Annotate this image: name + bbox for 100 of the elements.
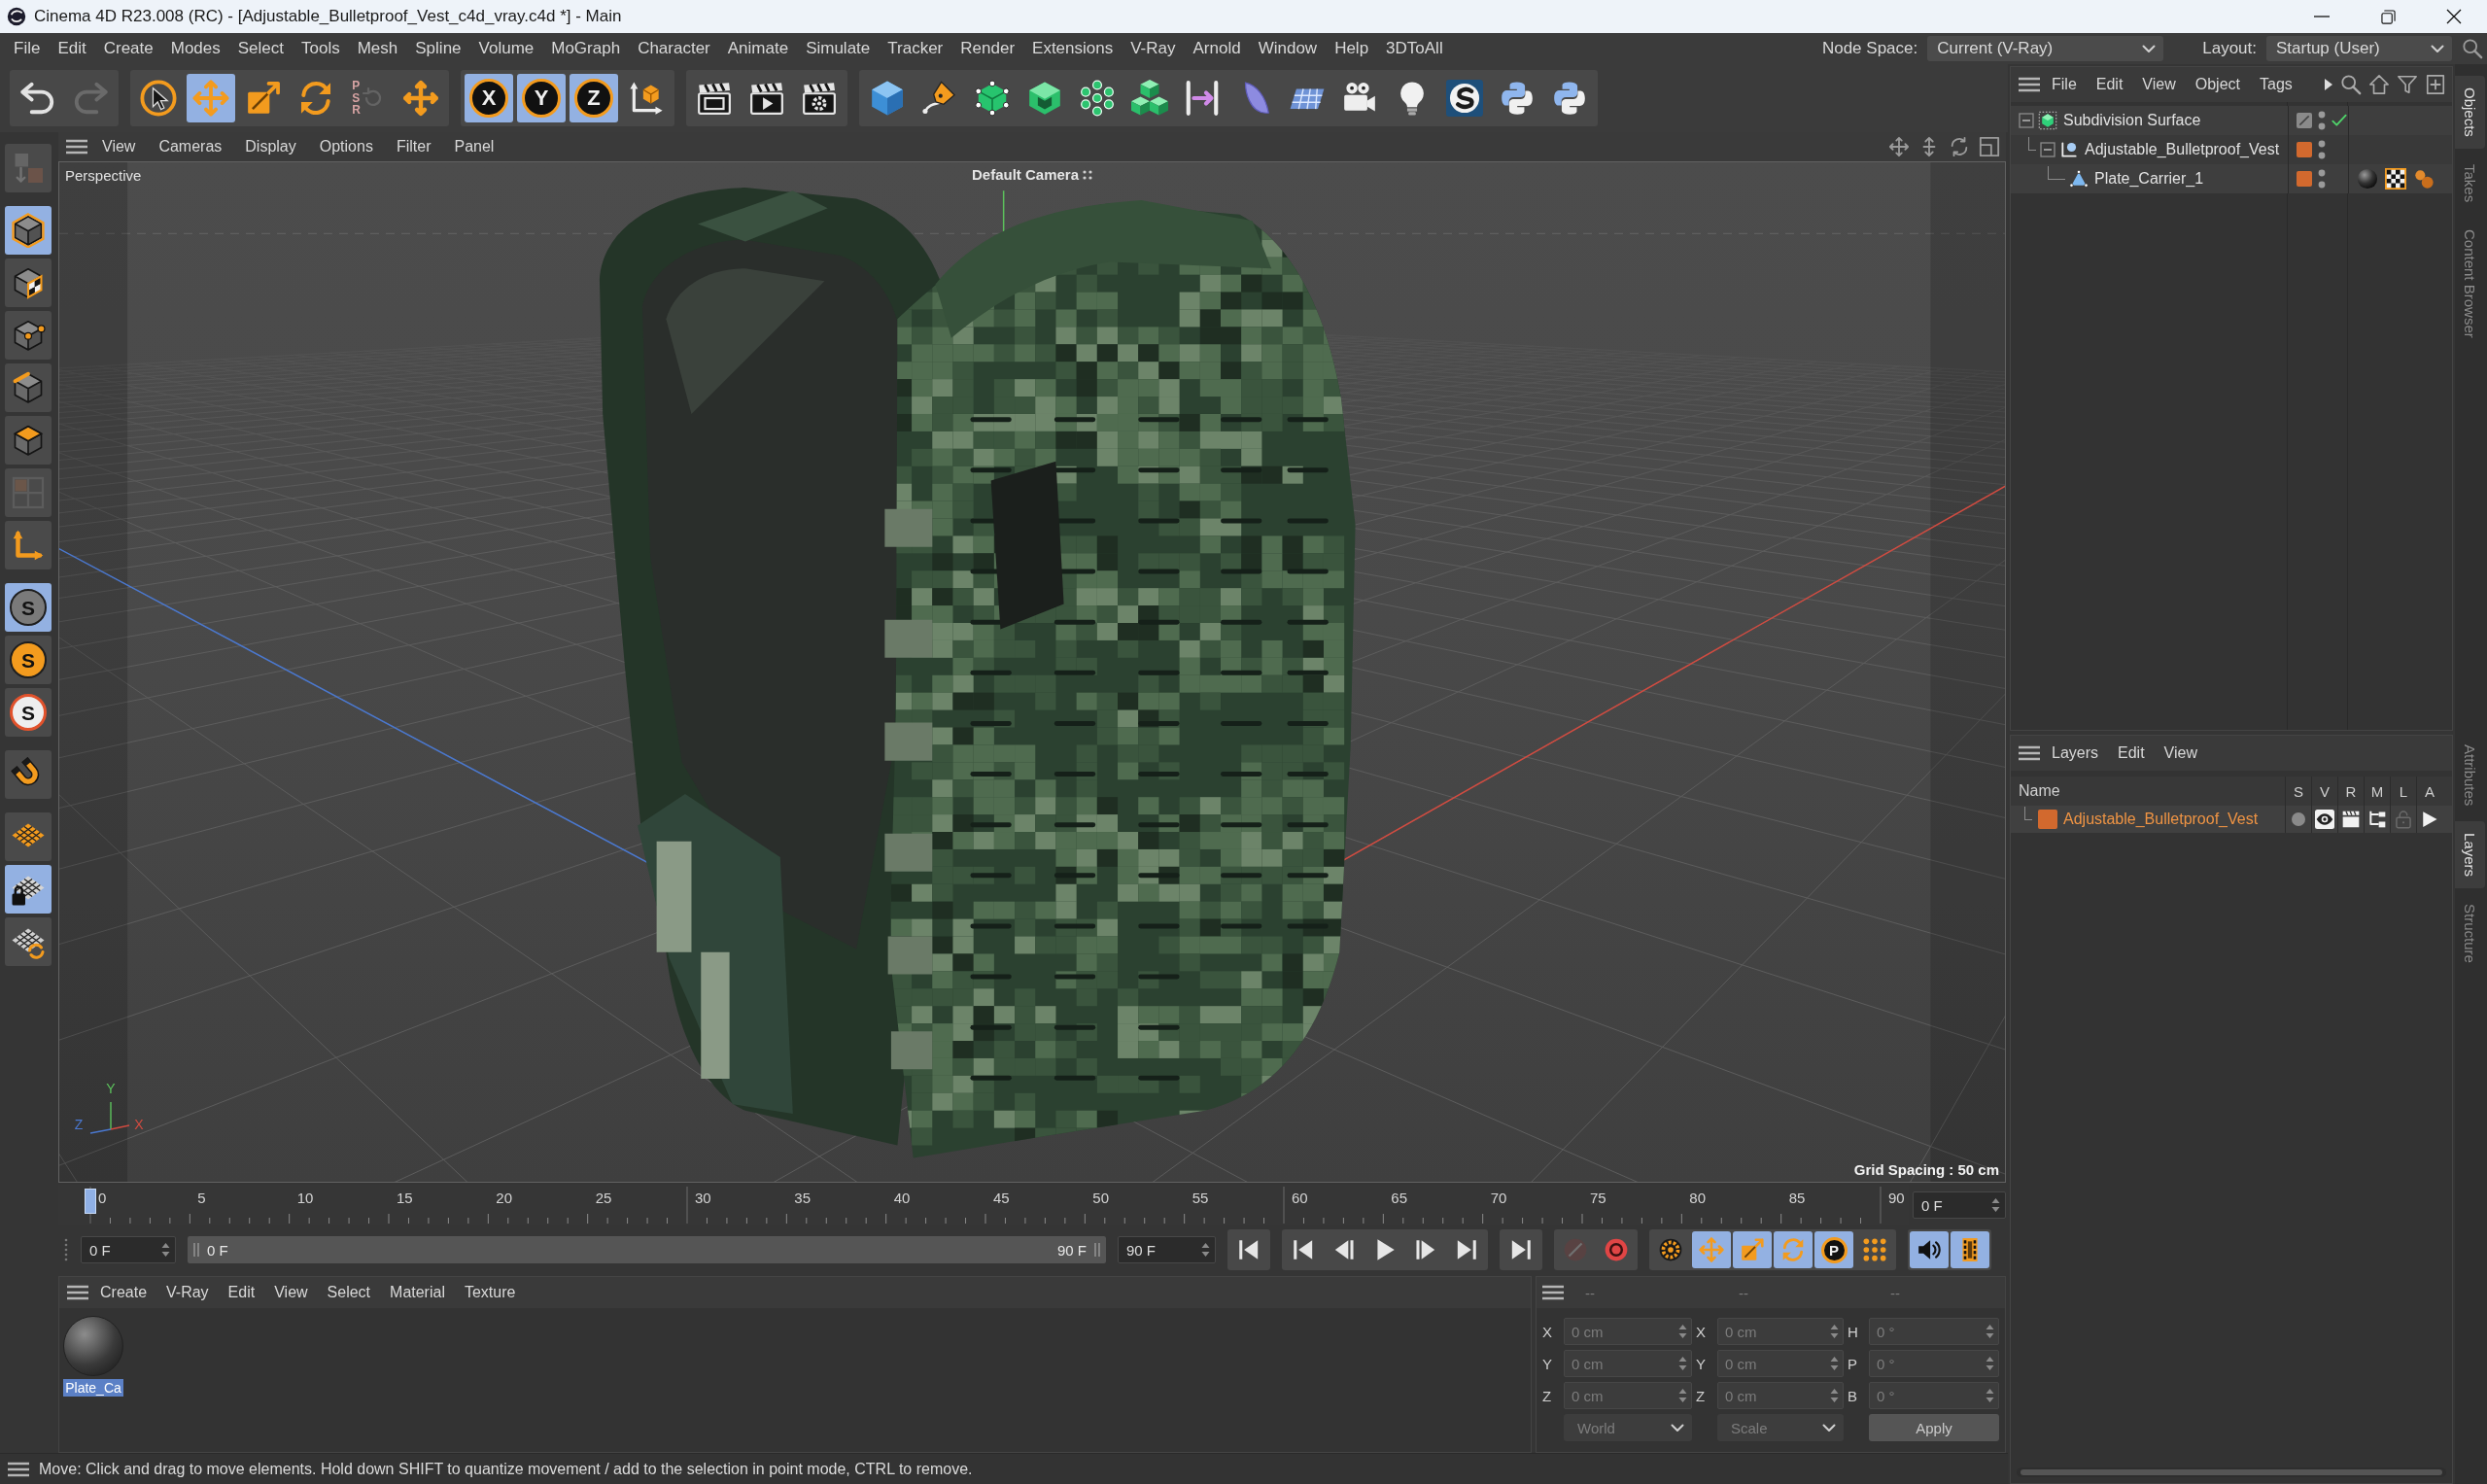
hierarchy-icon[interactable]: [2367, 810, 2387, 829]
empty-layer-icon[interactable]: [2297, 113, 2312, 128]
menu-item[interactable]: Tools: [293, 36, 349, 61]
maximize-view-icon[interactable]: [1979, 136, 2000, 157]
material-menu-item[interactable]: Create: [92, 1282, 155, 1303]
object-menu-item[interactable]: Object: [2187, 74, 2248, 95]
layer-swatch-icon[interactable]: [2297, 171, 2312, 187]
scale-key-button[interactable]: [1733, 1231, 1772, 1268]
workplane-button[interactable]: [5, 812, 52, 861]
visibility-dots-icon[interactable]: [2318, 169, 2326, 189]
menu-icon[interactable]: [2019, 745, 2040, 761]
menu-item[interactable]: Create: [94, 36, 162, 61]
y-axis-button[interactable]: Y: [517, 74, 566, 122]
viewport-menu-item[interactable]: Cameras: [150, 136, 231, 157]
layer-row[interactable]: Adjustable_Bulletproof_Vest: [2011, 806, 2452, 833]
menu-icon[interactable]: [8, 1461, 29, 1477]
viewport-menu-item[interactable]: Options: [310, 136, 382, 157]
menu-item[interactable]: Arnold: [1184, 36, 1250, 61]
model-mode-button[interactable]: [5, 206, 52, 255]
layer-swatch-icon[interactable]: [2038, 810, 2057, 829]
viewport-menu-item[interactable]: Display: [236, 136, 305, 157]
material-name[interactable]: Plate_Ca: [63, 1379, 123, 1397]
menu-item[interactable]: Simulate: [797, 36, 880, 61]
object-menu-item[interactable]: Tags: [2252, 74, 2300, 95]
align-workplane-button[interactable]: [5, 917, 52, 966]
start-frame-field[interactable]: 0 F: [81, 1236, 176, 1263]
panel-tab[interactable]: Layers: [2455, 821, 2485, 889]
visibility-dots-icon[interactable]: [2318, 140, 2326, 159]
x-axis-button[interactable]: X: [465, 74, 513, 122]
menu-item[interactable]: Mesh: [348, 36, 407, 61]
menu-item[interactable]: Tracker: [879, 36, 952, 61]
move-view-icon[interactable]: [1888, 136, 1910, 157]
collapse-box-icon[interactable]: [2040, 142, 2055, 157]
menu-icon[interactable]: [1542, 1285, 1564, 1300]
axis-mode-button[interactable]: [5, 521, 52, 569]
eye-icon[interactable]: [2315, 810, 2334, 829]
snap-button[interactable]: S: [5, 636, 52, 684]
new-panel-icon[interactable]: [2425, 74, 2446, 95]
lock-workplane-button[interactable]: [5, 865, 52, 914]
snap-button[interactable]: S: [5, 688, 52, 737]
object-row[interactable]: Plate_Carrier_1: [2011, 164, 2452, 193]
menu-item[interactable]: MoGraph: [542, 36, 630, 61]
film-button[interactable]: [1951, 1231, 1989, 1268]
polygons-mode-button[interactable]: [5, 416, 52, 465]
menu-item[interactable]: Edit: [49, 36, 95, 61]
menu-item[interactable]: Select: [228, 36, 293, 61]
material-menu-item[interactable]: Select: [319, 1282, 379, 1303]
menu-item[interactable]: Volume: [469, 36, 543, 61]
viewport[interactable]: Perspective Default Camera Grid Spacing : 50 cm Y Z X: [58, 161, 2006, 1183]
material-menu-item[interactable]: Edit: [220, 1282, 263, 1303]
menu-icon[interactable]: [67, 1285, 88, 1300]
menu-item[interactable]: 3DToAll: [1377, 36, 1452, 61]
layer-menu-item[interactable]: Edit: [2110, 742, 2153, 764]
viewport-menu-item[interactable]: Filter: [387, 136, 440, 157]
points-mode-button[interactable]: [5, 311, 52, 360]
home-icon[interactable]: [2368, 74, 2390, 95]
material-menu-item[interactable]: View: [266, 1282, 316, 1303]
menu-item[interactable]: Render: [951, 36, 1024, 61]
node-space-dropdown[interactable]: Current (V-Ray): [1927, 36, 2164, 61]
menu-icon[interactable]: [2019, 77, 2040, 92]
visibility-dots-icon[interactable]: [2318, 111, 2326, 130]
menu-item[interactable]: Character: [629, 36, 719, 61]
frame-range-slider[interactable]: 0 F 90 F: [188, 1236, 1106, 1263]
material-sphere-icon[interactable]: [2357, 168, 2378, 190]
check-icon[interactable]: [2332, 113, 2347, 128]
clapperboard-icon[interactable]: [2341, 810, 2361, 829]
menu-item[interactable]: Spline: [406, 36, 470, 61]
panel-tab[interactable]: Content Browser: [2455, 218, 2485, 350]
sound-button[interactable]: [1910, 1231, 1949, 1268]
snap-button[interactable]: S: [5, 583, 52, 632]
material-menu-item[interactable]: Material: [382, 1282, 453, 1303]
menu-item[interactable]: Help: [1326, 36, 1378, 61]
menu-item[interactable]: Window: [1249, 36, 1327, 61]
edges-mode-button[interactable]: [5, 363, 52, 412]
menu-item[interactable]: Extensions: [1023, 36, 1123, 61]
object-row[interactable]: Adjustable_Bulletproof_Vest: [2011, 135, 2452, 164]
menu-icon[interactable]: [66, 139, 87, 155]
viewport-menu-item[interactable]: View: [93, 136, 145, 157]
object-row[interactable]: Subdivision Surface: [2011, 106, 2452, 135]
search-icon[interactable]: [2462, 38, 2483, 59]
object-menu-item[interactable]: File: [2044, 74, 2085, 95]
layout-dropdown[interactable]: Startup (User): [2266, 36, 2452, 61]
filter-icon[interactable]: [2397, 74, 2418, 95]
object-menu-item[interactable]: View: [2134, 74, 2184, 95]
end-frame-field[interactable]: 90 F: [1118, 1236, 1216, 1263]
panel-tab[interactable]: Structure: [2455, 892, 2485, 976]
current-frame-field[interactable]: 0 F: [1913, 1191, 2006, 1219]
z-axis-button[interactable]: Z: [570, 74, 618, 122]
layer-menu-item[interactable]: View: [2156, 742, 2205, 764]
layer-menu-item[interactable]: Layers: [2044, 742, 2107, 764]
expand-arrow-icon[interactable]: [2324, 78, 2333, 91]
material-menu-item[interactable]: V-Ray: [158, 1282, 217, 1303]
solo-dot-icon[interactable]: [2291, 811, 2306, 827]
object-menu-item[interactable]: Edit: [2088, 74, 2131, 95]
parameter-key-button[interactable]: P: [1814, 1231, 1853, 1268]
magnet-button[interactable]: [5, 750, 52, 799]
spheres-icon[interactable]: [2413, 168, 2435, 190]
rotate-view-icon[interactable]: [1949, 136, 1970, 157]
menu-item[interactable]: Animate: [718, 36, 798, 61]
horizontal-scrollbar[interactable]: [2017, 1467, 2446, 1477]
